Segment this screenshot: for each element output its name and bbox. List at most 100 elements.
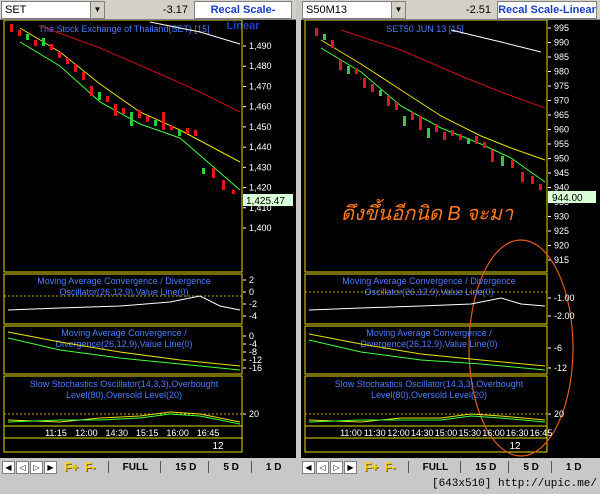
axis-tick-label: 1,490: [249, 41, 272, 51]
range-1d[interactable]: 1 D: [266, 462, 282, 473]
date-axis-border: [3, 437, 243, 453]
axis-tick-label: 950: [554, 154, 569, 164]
chart-panel-left[interactable]: SET ▼ -3.17 Recal Scale-Linear The Stock…: [0, 0, 296, 458]
axis-tick-label: 20: [554, 409, 564, 419]
macd-line: [308, 297, 546, 311]
macd2-title-1: Moving Average Convergence /: [61, 328, 187, 338]
candles: [315, 28, 542, 190]
axis-tick-label: 975: [554, 81, 569, 91]
stoch-title-2: Level(80),Oversold Level(20): [371, 390, 487, 400]
recal-scale-button[interactable]: Recal Scale-Linear: [497, 1, 597, 19]
time-label: 14:30: [106, 428, 129, 438]
axis-tick-label: 995: [554, 23, 569, 33]
axis-tick-label: -2.00: [554, 311, 575, 321]
axis-tick-label: 955: [554, 139, 569, 149]
macd2-title-2: Divergence(26,12,9),Value Line(0): [56, 339, 193, 349]
axis-tick-label: -4: [249, 311, 257, 321]
symbol-select[interactable]: S50M13 ▼: [302, 1, 406, 19]
candles: [10, 24, 235, 194]
chevron-down-icon[interactable]: ▼: [90, 2, 104, 18]
symbol-value: S50M13: [306, 4, 347, 16]
next-icon[interactable]: ▷: [330, 460, 343, 474]
price-change: -2.51: [465, 4, 491, 16]
axis-tick-label: 1,430: [249, 162, 272, 172]
time-label: 16:00: [166, 428, 189, 438]
price-pane-border: [304, 20, 548, 273]
axis-tick-label: 945: [554, 168, 569, 178]
stoch-title-1: Slow Stochastics Oscillator(14,3,3),Over…: [30, 379, 219, 389]
axis-tick-label: 990: [554, 38, 569, 48]
font-plus-button[interactable]: F+: [64, 460, 78, 474]
macd-axis: -1.00 -2.00: [548, 293, 575, 321]
toolbar-right: S50M13 ▼ -2.51 Recal Scale-Linear: [301, 0, 600, 20]
axis-tick-label: 925: [554, 226, 569, 236]
last-icon[interactable]: ▶: [344, 460, 357, 474]
range-full[interactable]: FULL: [423, 462, 449, 473]
axis-tick-label: 1,480: [249, 61, 272, 71]
prev-icon[interactable]: ◁: [16, 460, 29, 474]
macd-axis: 2 0 -2 -4: [243, 275, 257, 321]
axis-tick-label: 970: [554, 96, 569, 106]
time-label: 12:00: [387, 428, 410, 438]
symbol-select[interactable]: SET ▼: [1, 1, 105, 19]
stoch-title-1: Slow Stochastics Oscillator(14,3,3),Over…: [335, 379, 524, 389]
recal-scale-button[interactable]: Recal Scale-Linear: [194, 1, 292, 32]
range-15d[interactable]: 15 D: [475, 462, 496, 473]
time-label: 15:15: [136, 428, 159, 438]
last-price-value: 944.00: [552, 193, 583, 204]
stoch-axis: 20: [548, 409, 564, 419]
last-icon[interactable]: ▶: [44, 460, 57, 474]
axis-tick-label: 1,460: [249, 102, 272, 112]
macd-title-1: Moving Average Convergence / Divergence: [37, 276, 210, 286]
font-minus-button[interactable]: F-: [384, 460, 395, 474]
axis-tick-label: 1,440: [249, 142, 272, 152]
time-label: 14:30: [411, 428, 434, 438]
axis-tick-label: 20: [249, 409, 259, 419]
axis-tick-label: -6: [554, 343, 562, 353]
time-label: 16:00: [482, 428, 505, 438]
axis-tick-label: 915: [554, 255, 569, 265]
date-label: 12: [212, 441, 224, 452]
range-1d[interactable]: 1 D: [566, 462, 582, 473]
macd2-axis: 0-4-8-12-16: [243, 331, 262, 373]
first-icon[interactable]: ◀: [302, 460, 315, 474]
time-label: 16:45: [530, 428, 553, 438]
range-full[interactable]: FULL: [123, 462, 149, 473]
axis-tick-label: -2: [249, 299, 257, 309]
font-minus-button[interactable]: F-: [84, 460, 95, 474]
annotation-text: ดึงขึ้นอีกนิด B จะมา: [341, 198, 514, 225]
axis-tick-label: 985: [554, 52, 569, 62]
price-title: SET50 JUN 13 [15]: [386, 24, 464, 34]
time-label: 12:00: [75, 428, 98, 438]
ma-line-red: [340, 29, 546, 109]
axis-tick-label: 960: [554, 125, 569, 135]
axis-tick-label: 965: [554, 110, 569, 120]
time-label: 11:30: [364, 428, 386, 438]
axis-tick-label: -16: [249, 363, 262, 373]
chart-canvas-right[interactable]: SET50 JUN 13 [15] 995 990 985 980 975 970 965 9…: [301, 20, 600, 458]
prev-icon[interactable]: ◁: [316, 460, 329, 474]
axis-tick-label: 930: [554, 212, 569, 222]
chevron-down-icon[interactable]: ▼: [391, 2, 405, 18]
chart-panel-right[interactable]: S50M13 ▼ -2.51 Recal Scale-Linear SET50 …: [301, 0, 600, 458]
range-5d[interactable]: 5 D: [523, 462, 539, 473]
first-icon[interactable]: ◀: [2, 460, 15, 474]
price-axis: 9959909859809759709659609559509459409359…: [548, 23, 569, 265]
next-icon[interactable]: ▷: [30, 460, 43, 474]
axis-tick-label: 1,420: [249, 183, 272, 193]
ma-line-white: [450, 29, 542, 53]
range-15d[interactable]: 15 D: [175, 462, 196, 473]
chart-canvas-left[interactable]: The Stock Exchange of Thailand(SET) [15]…: [0, 20, 296, 458]
bottom-toolbar: ◀ ◁ ▷ ▶ F+ F- FULL 15 D 5 D 1 D ◀ ◁ ▷ ▶ …: [0, 458, 600, 494]
time-label: 16:45: [197, 428, 220, 438]
time-axis: 11:15 12:00 14:30 15:15 16:00 16:45: [45, 428, 219, 438]
font-plus-button[interactable]: F+: [364, 460, 378, 474]
range-5d[interactable]: 5 D: [223, 462, 239, 473]
time-label: 15:30: [458, 428, 481, 438]
axis-tick-label: 920: [554, 241, 569, 251]
time-label: 16:30: [506, 428, 529, 438]
axis-tick-label: 1,400: [249, 223, 272, 233]
axis-tick-label: 0: [249, 287, 254, 297]
stoch-title-2: Level(80),Oversold Level(20): [66, 390, 182, 400]
time-label: 15:00: [435, 428, 458, 438]
